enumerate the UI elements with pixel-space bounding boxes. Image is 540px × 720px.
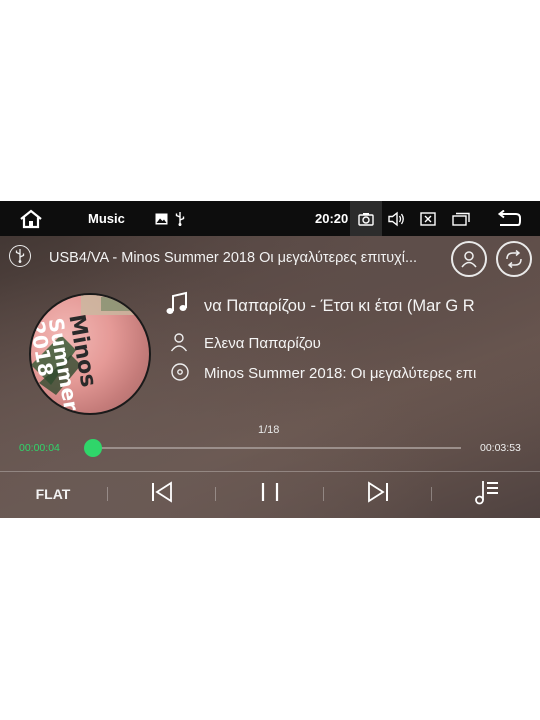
home-icon[interactable]: [18, 201, 44, 236]
pause-button[interactable]: [250, 477, 290, 511]
elapsed-time: 00:00:04: [19, 442, 60, 454]
track-position: 1/18: [258, 424, 280, 436]
previous-icon: [150, 480, 174, 508]
back-icon[interactable]: [496, 201, 522, 236]
artist-name: Ελενα Παπαρίζου: [204, 335, 321, 352]
album-art: Minos Summer 2018: [29, 293, 151, 415]
source-row: USB4/VA - Minos Summer 2018 Οι μεγαλύτερ…: [0, 237, 540, 283]
person-icon: [170, 332, 188, 357]
album-row: [170, 361, 190, 387]
window-icon[interactable]: [452, 201, 470, 236]
source-path: USB4/VA - Minos Summer 2018 Οι μεγαλύτερ…: [49, 250, 418, 266]
music-note-icon: [164, 291, 190, 322]
account-icon[interactable]: [451, 241, 487, 277]
album-art-text: Minos Summer 2018: [29, 312, 101, 413]
total-duration: 00:03:53: [480, 442, 521, 454]
volume-icon[interactable]: [388, 201, 406, 236]
usb-icon: [175, 201, 185, 236]
close-box-icon[interactable]: [420, 201, 436, 236]
clock-time: 20:20: [315, 211, 349, 226]
next-button[interactable]: [358, 477, 398, 511]
next-icon: [366, 480, 390, 508]
track-title: να Παπαρίζου - Έτσι κι έτσι (Mar G R: [204, 297, 475, 315]
separator: [323, 487, 324, 501]
disc-icon: [170, 362, 190, 387]
app-title: Music: [88, 211, 125, 226]
progress-bar[interactable]: [84, 439, 461, 457]
pause-icon: [258, 481, 282, 508]
camera-icon[interactable]: [350, 201, 382, 236]
controls-divider: [0, 471, 540, 472]
music-player-screen: Music 20:20 USB4/VA - Minos Summer 2018 …: [0, 201, 540, 518]
playlist-button[interactable]: [466, 477, 506, 511]
separator: [215, 487, 216, 501]
progress-knob[interactable]: [84, 439, 103, 457]
separator: [431, 487, 432, 501]
playlist-icon: [472, 478, 500, 511]
gallery-icon: [155, 201, 168, 236]
status-bar: Music 20:20: [0, 201, 540, 236]
separator: [107, 487, 108, 501]
eq-preset-button[interactable]: FLAT: [22, 477, 84, 511]
album-name: Minos Summer 2018: Οι μεγαλύτερες επι: [204, 365, 477, 382]
track-title-row: [164, 291, 190, 322]
usb-source-icon[interactable]: [9, 245, 31, 267]
artist-row: [170, 331, 188, 357]
previous-button[interactable]: [142, 477, 182, 511]
repeat-icon[interactable]: [496, 241, 532, 277]
